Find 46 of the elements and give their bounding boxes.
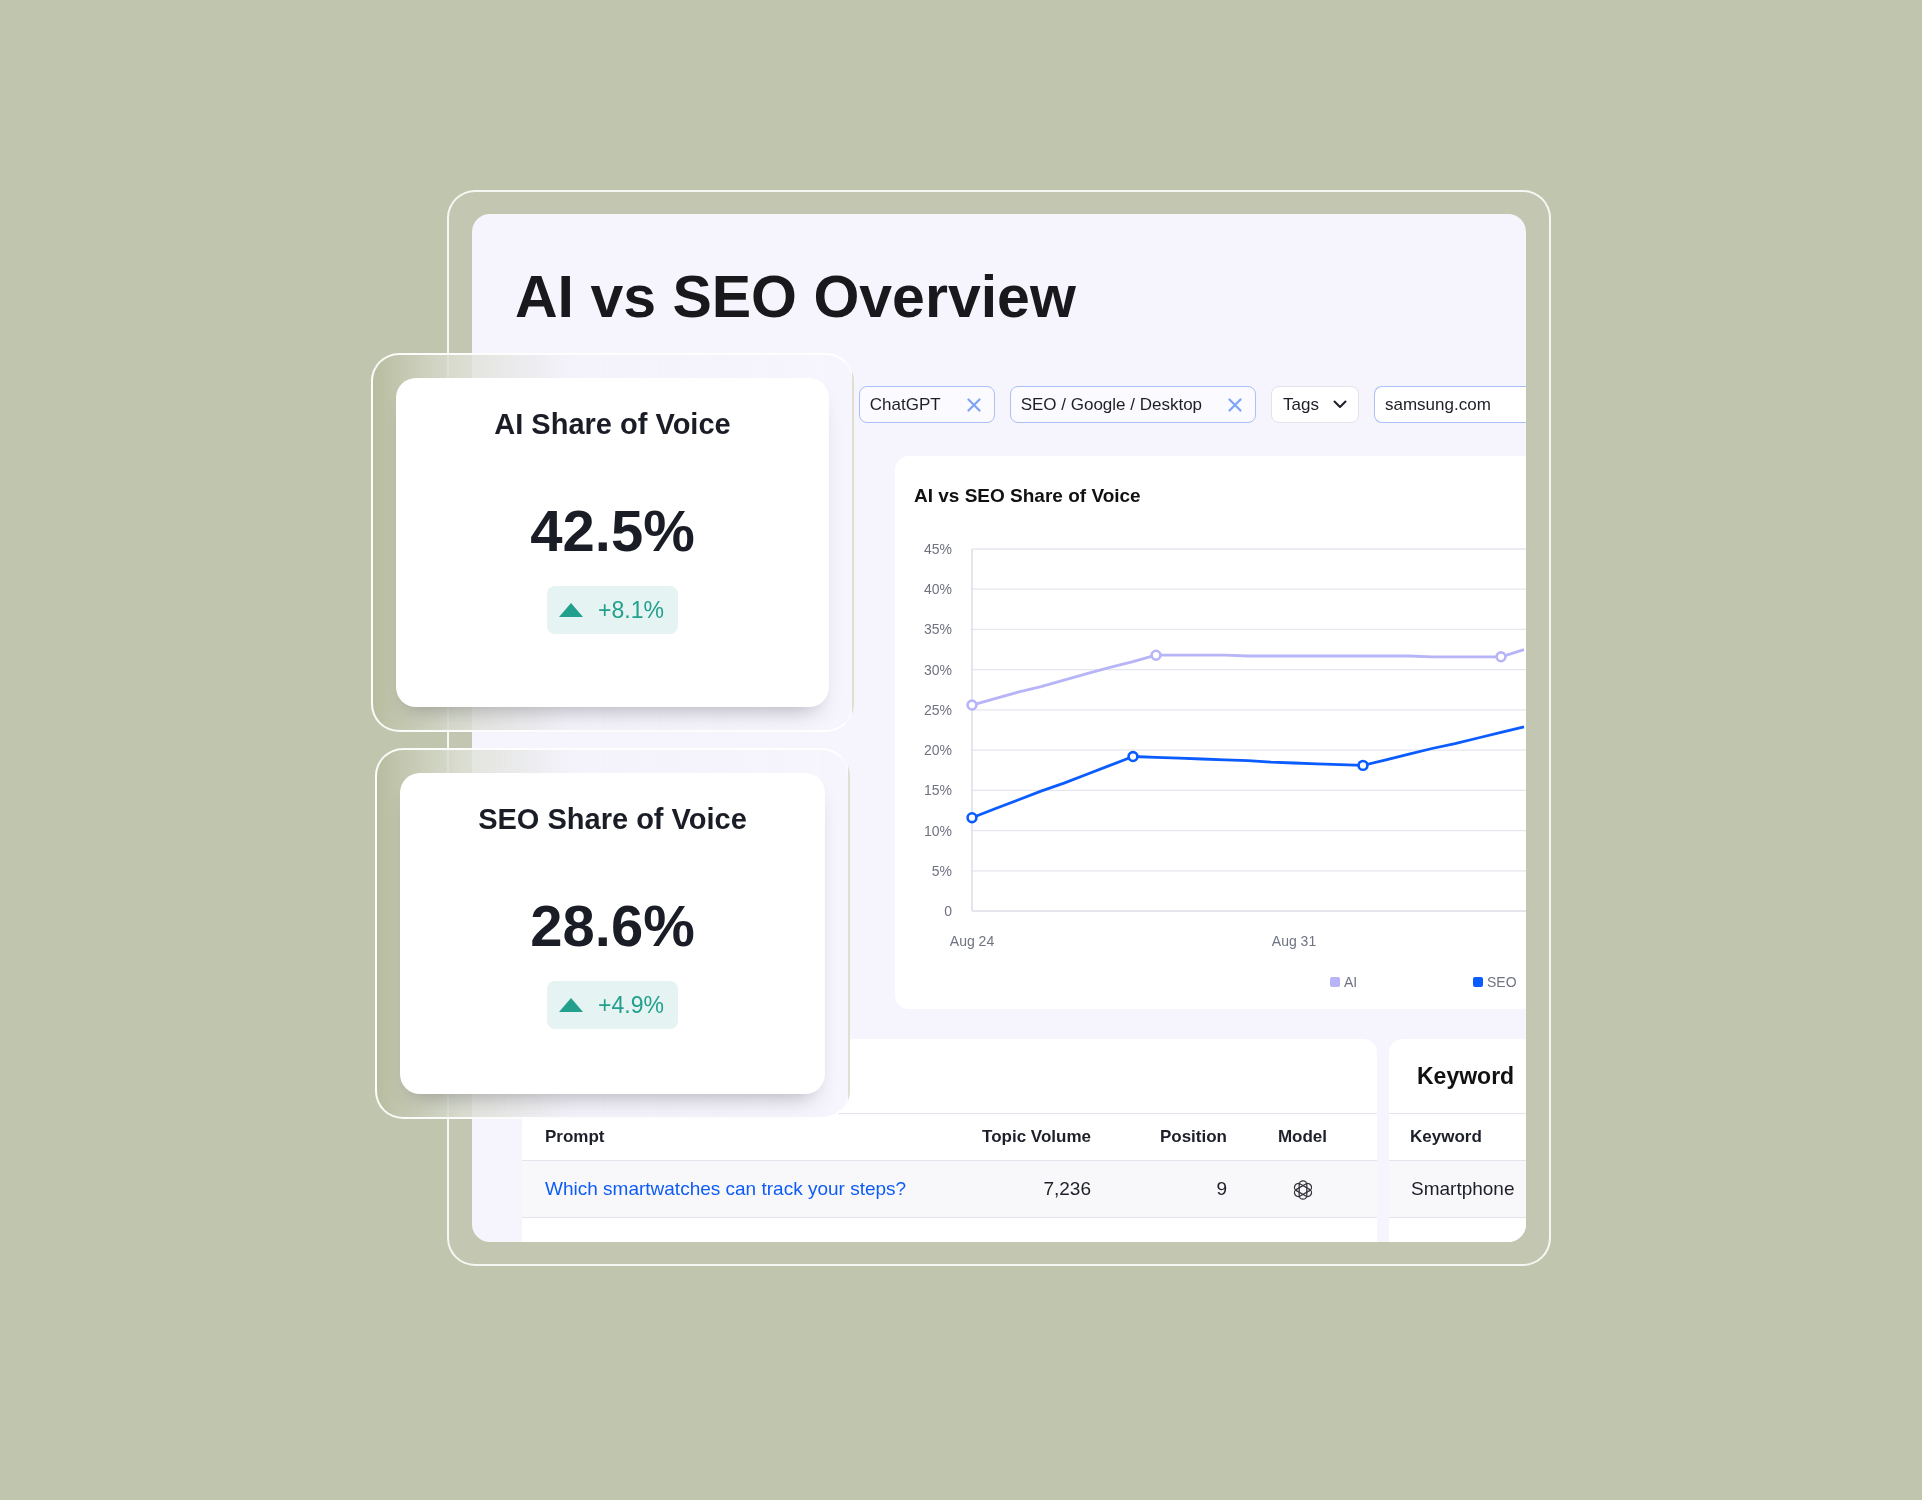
column-header: Position [1159, 1127, 1227, 1147]
metric-title: AI Share of Voice [494, 407, 731, 442]
data-point [1150, 649, 1162, 661]
close-icon[interactable] [1228, 397, 1243, 412]
card-title: Keyword [1417, 1062, 1515, 1091]
change-value: +8.1% [598, 596, 664, 624]
topic-volume: 7,236 [1043, 1177, 1091, 1199]
axis-label: 40% [923, 581, 952, 598]
page-title: AI vs SEO Overview [515, 263, 1076, 332]
filter-chip[interactable]: ChatGPT [858, 386, 995, 423]
axis-label: 5% [931, 862, 952, 879]
axis-label: 0 [944, 903, 952, 919]
data-point [1357, 759, 1369, 772]
data-point [966, 699, 978, 711]
data-point [1127, 750, 1139, 763]
keyword-text: Smartphone [1411, 1177, 1515, 1199]
prompt-link[interactable]: Which smartwatches can track your steps? [545, 1177, 907, 1199]
close-icon[interactable] [966, 397, 981, 412]
column-header: Topic Volume [982, 1127, 1091, 1147]
legend-label: AI [1344, 974, 1358, 990]
legend-label: SEO [1487, 974, 1517, 990]
metric-value: 42.5% [530, 497, 695, 565]
chart-title: AI vs SEO Share of Voice [914, 484, 1141, 507]
data-point [966, 812, 978, 824]
change-value: +4.9% [598, 991, 664, 1019]
filter-chip[interactable]: SEO / Google / Desktop [1009, 386, 1257, 423]
metric-value: 28.6% [530, 892, 695, 960]
column-header: Model [1277, 1127, 1328, 1147]
data-point [1495, 651, 1507, 663]
knot-icon [1291, 1178, 1314, 1201]
axis-label: 30% [923, 661, 952, 678]
metric-title: SEO Share of Voice [478, 802, 747, 837]
column-header: Keyword [1410, 1127, 1482, 1147]
column-header: Prompt [545, 1127, 605, 1147]
filter-dropdown[interactable]: Tags [1271, 386, 1359, 423]
axis-label: Aug 31 [1271, 933, 1317, 949]
chevron-down-icon [1333, 400, 1347, 409]
position-value: 9 [1216, 1177, 1227, 1199]
domain-field[interactable]: samsung.com [1374, 386, 1526, 423]
axis-label: Aug 24 [949, 933, 995, 949]
axis-label: 45% [923, 541, 952, 557]
axis-label: 25% [923, 701, 952, 718]
axis-label: 20% [923, 742, 952, 759]
axis-label: 15% [923, 782, 952, 799]
axis-label: 10% [923, 822, 952, 839]
axis-label: 35% [923, 621, 952, 638]
